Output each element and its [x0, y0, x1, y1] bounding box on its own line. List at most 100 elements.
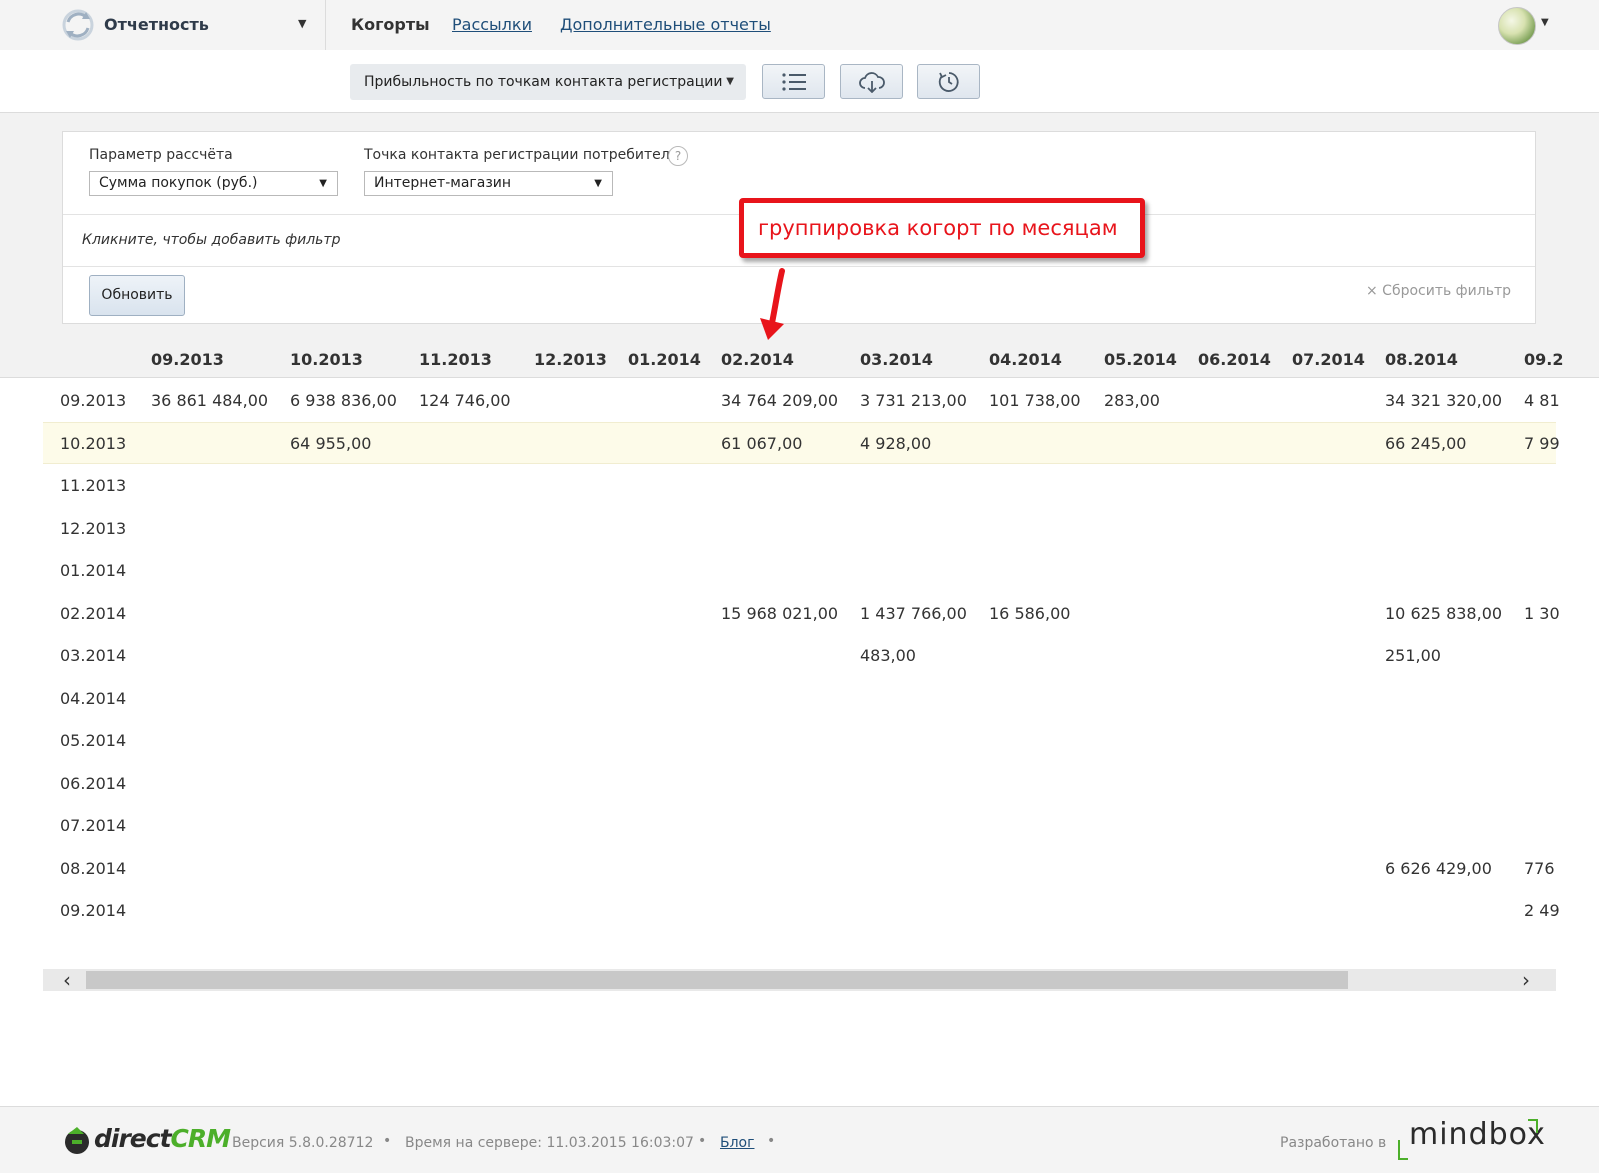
row-label: 09.2014: [60, 901, 127, 920]
chevron-down-icon: ▼: [726, 76, 734, 87]
row-label: 11.2013: [60, 476, 127, 495]
user-menu-caret-icon[interactable]: ▼: [1541, 17, 1549, 28]
row-label: 01.2014: [60, 561, 127, 580]
table-cell: 776: [1524, 858, 1555, 878]
nav-divider: [325, 0, 326, 50]
report-type-value: Прибыльность по точкам контакта регистра…: [364, 74, 723, 90]
table-cell: 34 321 320,00: [1385, 391, 1503, 410]
table-cell: 4 928,00: [860, 433, 932, 453]
annotation-arrow-icon: [760, 268, 785, 340]
calc-param-value: Сумма покупок (руб.): [99, 175, 258, 191]
contact-point-label: Точка контакта регистрации потребителя: [364, 147, 679, 163]
table-cell: 16 586,00: [989, 603, 1071, 623]
section-dropdown-caret-icon[interactable]: ▼: [298, 17, 306, 30]
table-cell: 124 746,00: [419, 391, 511, 410]
column-header: 01.2014: [628, 350, 701, 369]
table-cell: 251,00: [1385, 646, 1441, 665]
cloud-download-icon: [858, 71, 885, 93]
row-label: 09.2013: [60, 391, 127, 410]
update-button[interactable]: Обновить: [89, 275, 185, 316]
column-header: 03.2014: [860, 350, 933, 369]
column-header: 04.2014: [989, 350, 1062, 369]
column-header: 09.2013: [151, 350, 224, 369]
chevron-down-icon: ▼: [319, 178, 327, 189]
list-view-button[interactable]: [762, 64, 825, 99]
table-cell: 1 30: [1524, 603, 1560, 623]
scroll-right-icon[interactable]: ›: [1522, 968, 1530, 992]
section-title[interactable]: Отчетность: [104, 15, 209, 34]
tab-mailings[interactable]: Рассылки: [452, 15, 532, 34]
mindbox-logo[interactable]: mindbox: [1409, 1117, 1546, 1152]
table-cell: 15 968 021,00: [721, 603, 839, 623]
user-avatar[interactable]: [1498, 7, 1536, 45]
history-icon: [938, 71, 959, 92]
help-icon[interactable]: ?: [668, 146, 688, 166]
history-button[interactable]: [917, 64, 980, 99]
column-header: 05.2014: [1104, 350, 1177, 369]
table-cell: 34 764 209,00: [721, 391, 839, 410]
row-label: 02.2014: [60, 603, 127, 623]
row-label: 07.2014: [60, 816, 127, 835]
add-filter-link[interactable]: Кликните, чтобы добавить фильтр: [82, 232, 340, 248]
row-label: 12.2013: [60, 518, 127, 538]
table-cell: 6 938 836,00: [290, 391, 397, 410]
row-label: 10.2013: [60, 433, 127, 453]
directcrm-logo-text: directCRM: [94, 1124, 231, 1153]
column-header: 06.2014: [1198, 350, 1271, 369]
table-cell: 4 81: [1524, 391, 1560, 410]
table-cell: 61 067,00: [721, 433, 803, 453]
column-header: 02.2014: [721, 350, 794, 369]
table-cell: 283,00: [1104, 391, 1160, 410]
mindbox-logo-corner: [1398, 1140, 1408, 1160]
row-label: 03.2014: [60, 646, 127, 665]
annotation-callout: группировка когорт по месяцам: [739, 198, 1145, 258]
panel-divider: [63, 266, 1535, 267]
contact-point-select[interactable]: Интернет-магазин ▼: [364, 171, 613, 196]
directcrm-logo-icon: [65, 1127, 89, 1154]
table-cell: 64 955,00: [290, 433, 372, 453]
calc-param-select[interactable]: Сумма покупок (руб.) ▼: [89, 171, 338, 196]
scroll-left-icon[interactable]: ‹: [63, 968, 71, 992]
calc-param-label: Параметр рассчёта: [89, 147, 233, 163]
version-text: Версия 5.8.0.28712: [232, 1135, 374, 1151]
report-type-select[interactable]: Прибыльность по точкам контакта регистра…: [350, 64, 746, 100]
mindbox-logo-corner: [1528, 1119, 1538, 1133]
footer-separator: •: [698, 1133, 707, 1149]
footer-separator: •: [383, 1133, 392, 1149]
table-header-divider: [0, 377, 1599, 378]
table-cell: 1 437 766,00: [860, 603, 967, 623]
table-cell: 7 99: [1524, 433, 1560, 453]
contact-point-value: Интернет-магазин: [374, 175, 512, 191]
column-header: 09.2: [1524, 350, 1564, 369]
export-button[interactable]: [840, 64, 903, 99]
server-time-text: Время на сервере: 11.03.2015 16:03:07: [405, 1135, 694, 1151]
footer-separator: •: [767, 1133, 776, 1149]
column-header: 11.2013: [419, 350, 492, 369]
tab-cohorts[interactable]: Когорты: [351, 15, 430, 34]
row-label: 05.2014: [60, 731, 127, 750]
column-header: 12.2013: [534, 350, 607, 369]
list-icon: [781, 72, 806, 91]
table-cell: 3 731 213,00: [860, 391, 967, 410]
row-label: 08.2014: [60, 858, 127, 878]
developed-by-text: Разработано в: [1280, 1135, 1387, 1151]
table-cell: 66 245,00: [1385, 433, 1467, 453]
table-cell: 10 625 838,00: [1385, 603, 1503, 623]
reports-logo-icon[interactable]: [62, 8, 94, 42]
column-header: 07.2014: [1292, 350, 1365, 369]
scrollbar-thumb[interactable]: [86, 971, 1348, 989]
top-navbar: [0, 0, 1599, 51]
row-label: 06.2014: [60, 773, 127, 793]
table-cell: 101 738,00: [989, 391, 1081, 410]
table-cell: 6 626 429,00: [1385, 858, 1492, 878]
column-header: 08.2014: [1385, 350, 1458, 369]
tab-additional-reports[interactable]: Дополнительные отчеты: [560, 15, 771, 34]
table-cell: 36 861 484,00: [151, 391, 269, 410]
table-cell: 483,00: [860, 646, 916, 665]
chevron-down-icon: ▼: [594, 178, 602, 189]
row-label: 04.2014: [60, 688, 127, 708]
blog-link[interactable]: Блог: [720, 1135, 754, 1151]
table-cell: 2 49: [1524, 901, 1560, 920]
column-header: 10.2013: [290, 350, 363, 369]
reset-filter-link[interactable]: × Сбросить фильтр: [1366, 283, 1511, 299]
